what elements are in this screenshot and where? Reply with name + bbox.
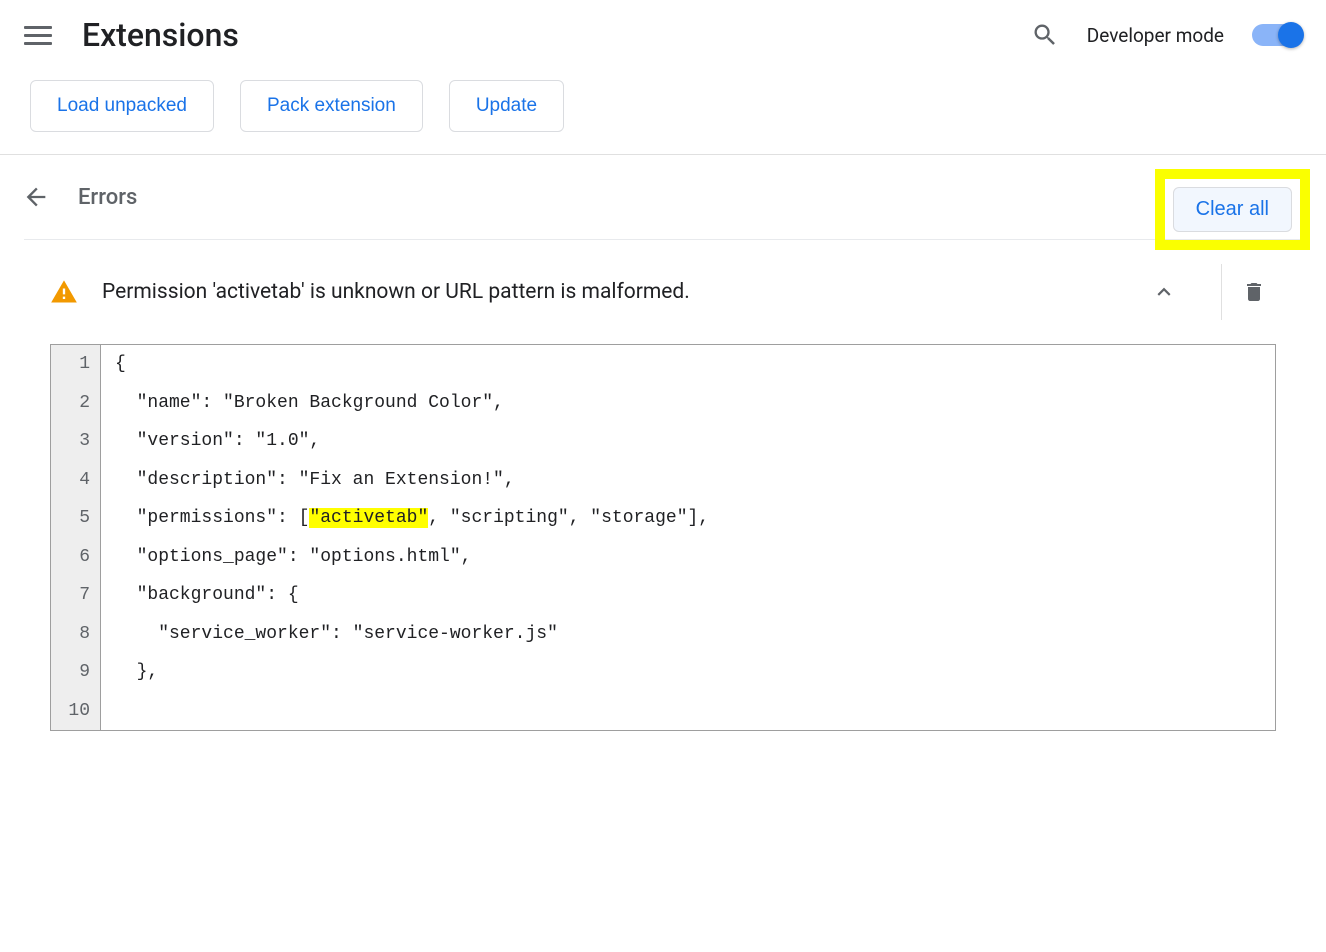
top-toolbar: Extensions Developer mode xyxy=(0,0,1326,70)
error-content: Permission 'activetab' is unknown or URL… xyxy=(0,240,1326,731)
line-gutter: 12345678910 xyxy=(51,345,101,730)
line-number: 4 xyxy=(61,461,90,500)
menu-icon[interactable] xyxy=(24,21,52,49)
pack-extension-button[interactable]: Pack extension xyxy=(240,80,423,132)
page-title: Extensions xyxy=(82,16,239,54)
code-viewer: 12345678910 { "name": "Broken Background… xyxy=(50,344,1276,731)
developer-mode-toggle[interactable] xyxy=(1252,24,1302,46)
error-message: Permission 'activetab' is unknown or URL… xyxy=(102,280,1127,304)
code-line: { xyxy=(115,345,709,384)
code-line: "background": { xyxy=(115,576,709,615)
chevron-up-icon[interactable] xyxy=(1151,279,1177,305)
errors-title: Errors xyxy=(78,185,137,210)
line-number: 8 xyxy=(61,615,90,654)
line-number: 2 xyxy=(61,384,90,423)
developer-mode-label: Developer mode xyxy=(1087,24,1224,47)
load-unpacked-button[interactable]: Load unpacked xyxy=(30,80,214,132)
update-button[interactable]: Update xyxy=(449,80,564,132)
line-number: 9 xyxy=(61,653,90,692)
code-line xyxy=(115,692,709,731)
code-line: "permissions": ["activetab", "scripting"… xyxy=(115,499,709,538)
vertical-divider xyxy=(1221,264,1222,320)
code-line: "options_page": "options.html", xyxy=(115,538,709,577)
code-line: "service_worker": "service-worker.js" xyxy=(115,615,709,654)
line-number: 10 xyxy=(61,692,90,731)
search-icon[interactable] xyxy=(1031,21,1059,49)
line-number: 5 xyxy=(61,499,90,538)
trash-icon[interactable] xyxy=(1242,279,1266,305)
back-arrow-icon[interactable] xyxy=(22,183,50,211)
code-content: { "name": "Broken Background Color", "ve… xyxy=(101,345,723,730)
highlighted-token: "activetab" xyxy=(309,508,428,528)
errors-header: Errors Clear all xyxy=(0,155,1326,239)
error-entry: Permission 'activetab' is unknown or URL… xyxy=(50,240,1276,344)
line-number: 3 xyxy=(61,422,90,461)
warning-icon xyxy=(50,278,78,306)
code-line: "description": "Fix an Extension!", xyxy=(115,461,709,500)
clear-all-highlight: Clear all xyxy=(1155,169,1310,250)
code-line: "name": "Broken Background Color", xyxy=(115,384,709,423)
action-buttons-row: Load unpacked Pack extension Update xyxy=(0,70,1326,155)
line-number: 1 xyxy=(61,345,90,384)
line-number: 7 xyxy=(61,576,90,615)
line-number: 6 xyxy=(61,538,90,577)
clear-all-button[interactable]: Clear all xyxy=(1173,187,1292,232)
code-line: }, xyxy=(115,653,709,692)
code-line: "version": "1.0", xyxy=(115,422,709,461)
